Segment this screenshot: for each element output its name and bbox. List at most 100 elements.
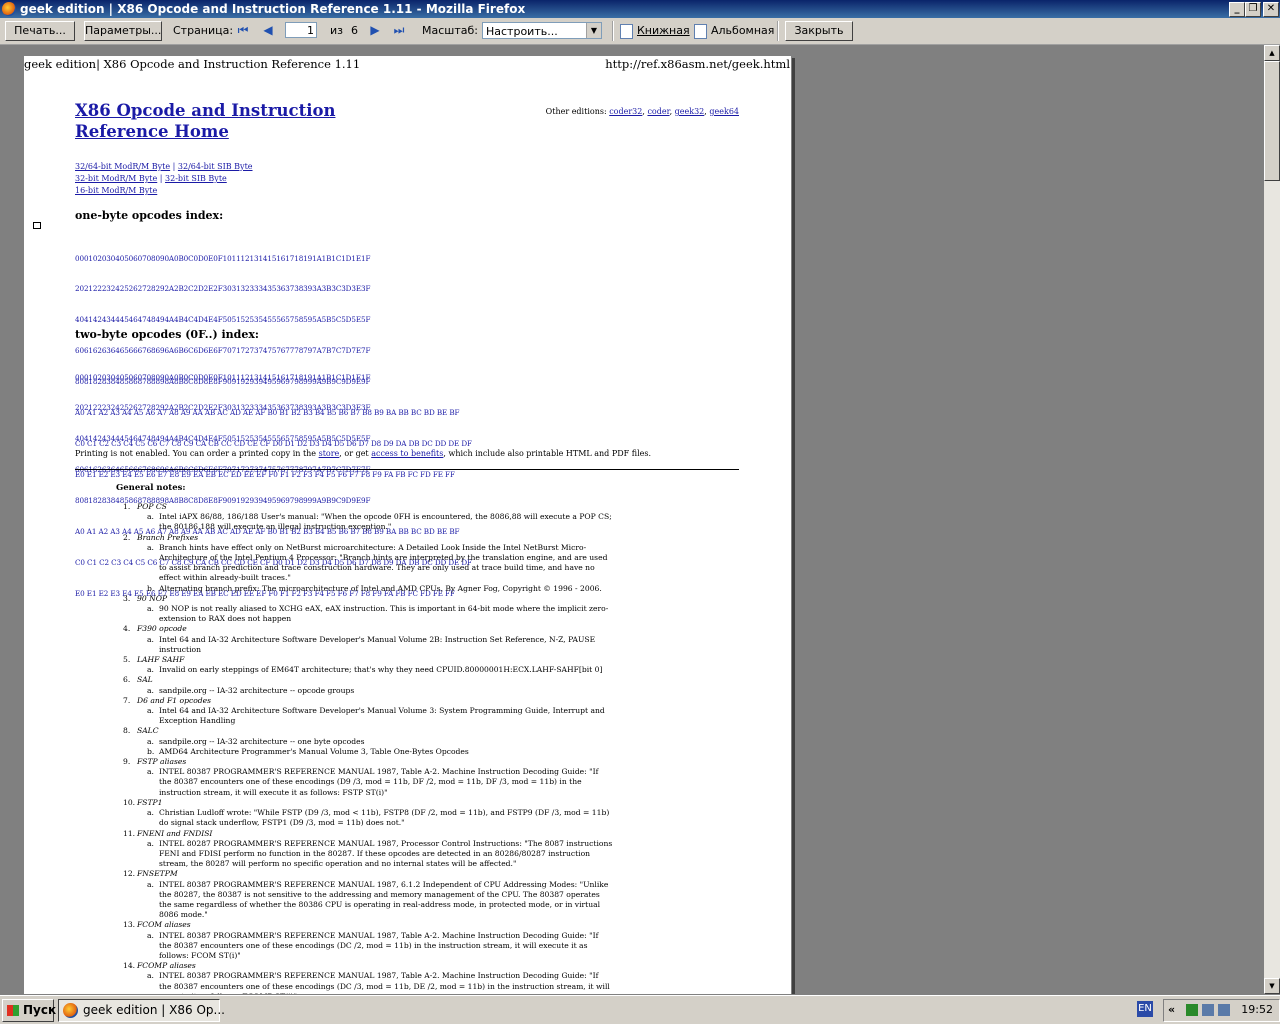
note-item: 3. 90 NOP a. 90 NOP is not really aliased t…	[123, 594, 613, 625]
access-benefits-link[interactable]: access to benefits	[371, 449, 443, 458]
note-reference: a. Invalid on early steppings of EM64T ar…	[137, 665, 613, 675]
opcode-row-link[interactable]: 404142434445464748494A4B4C4D4E4F50515253…	[75, 315, 472, 325]
language-indicator[interactable]: EN	[1137, 1001, 1153, 1017]
tray-app-icon[interactable]	[1186, 1004, 1198, 1016]
prev-page-icon[interactable]: ◀	[261, 23, 275, 37]
note-title: FSTP aliases	[137, 757, 187, 767]
note-item: 9. FSTP aliases a. INTEL 80387 PROGRAMMER'S…	[123, 757, 613, 798]
firefox-icon	[63, 1003, 78, 1018]
opcode-row-link[interactable]: 202122232425262728292A2B2C2D2E2F30313233…	[75, 403, 472, 413]
print-button[interactable]: Печать...	[5, 21, 75, 41]
start-button[interactable]: Пуск	[2, 999, 56, 1022]
page-title[interactable]: X86 Opcode and Instruction Reference Hom…	[75, 100, 335, 142]
note-reference-text: Intel 64 and IA-32 Architecture Software…	[159, 706, 605, 726]
modrm-link[interactable]: 32-bit ModR/M Byte	[75, 174, 157, 183]
modrm-links: 32/64-bit ModR/M Byte | 32/64-bit SIB By…	[75, 162, 253, 195]
note-title: FCOMP aliases	[137, 961, 196, 971]
note-reference: a. INTEL 80387 PROGRAMMER'S REFERENCE MAN…	[137, 971, 613, 994]
next-page-icon[interactable]: ▶	[368, 23, 382, 37]
tray-expand-icon[interactable]: «	[1168, 1003, 1175, 1016]
scale-select[interactable]: Настроить... ▼	[482, 22, 602, 39]
note-number: 4.	[123, 624, 131, 634]
modrm-link[interactable]: 16-bit ModR/M Byte	[75, 186, 157, 195]
toolbar-separator	[612, 21, 614, 41]
note-reference: a. INTEL 80287 PROGRAMMER'S REFERENCE MAN…	[137, 839, 613, 870]
clock: 19:52	[1241, 1003, 1273, 1016]
note-reference: a. Intel 64 and IA-32 Architecture Softwa…	[137, 706, 613, 726]
opcode-row-link[interactable]: 202122232425262728292A2B2C2D2E2F30313233…	[75, 284, 472, 294]
portrait-option[interactable]: Книжная	[620, 21, 690, 41]
landscape-option[interactable]: Альбомная	[694, 21, 774, 41]
note-title: FNSETPM	[137, 869, 178, 879]
edition-link-coder32[interactable]: coder32	[609, 107, 642, 116]
close-window-button[interactable]: ✕	[1263, 2, 1279, 17]
system-tray: « 19:52	[1163, 999, 1280, 1022]
window-titlebar[interactable]: geek edition | X86 Opcode and Instructio…	[0, 0, 1280, 18]
note-reference-letter: a.	[147, 706, 154, 716]
note-reference-letter: a.	[147, 930, 154, 940]
note-reference-text: sandpile.org -- IA-32 architecture -- op…	[159, 685, 355, 695]
print-preview-area[interactable]: geek edition| X86 Opcode and Instruction…	[0, 45, 1264, 994]
note-reference-letter: a.	[147, 838, 154, 848]
note-item: 14. FCOMP aliases a. INTEL 80387 PROGRAMMER…	[123, 961, 613, 994]
note-reference-text: Christian Ludloff wrote: "While FSTP (D9…	[159, 808, 610, 828]
note-item: 1. POP CS a. Intel iAPX 86/88, 186/188 User…	[123, 502, 613, 533]
edition-link-geek32[interactable]: geek32	[675, 107, 705, 116]
note-item: 5. LAHF SAHF a. Invalid on early steppings …	[123, 655, 613, 675]
close-preview-button[interactable]: Закрыть	[785, 21, 853, 41]
opcode-row-link[interactable]: 404142434445464748494A4B4C4D4E4F50515253…	[75, 434, 472, 444]
vertical-scrollbar[interactable]: ▲ ▼	[1264, 45, 1280, 994]
note-reference: a. INTEL 80387 PROGRAMMER'S REFERENCE MAN…	[137, 880, 613, 921]
note-title: FSTP1	[137, 797, 163, 807]
note-reference-letter: a.	[147, 971, 154, 981]
maximize-button[interactable]: ❐	[1245, 2, 1261, 17]
note-reference-text: INTEL 80387 PROGRAMMER'S REFERENCE MANUA…	[159, 971, 610, 994]
total-pages: 6	[351, 24, 358, 37]
minimize-button[interactable]: _	[1229, 2, 1245, 17]
page-number-input[interactable]: 1	[285, 22, 317, 38]
store-link[interactable]: store	[319, 449, 340, 458]
opcode-row-link[interactable]: 000102030405060708090A0B0C0D0E0F10111213…	[75, 254, 472, 264]
sib-link[interactable]: 32-bit SIB Byte	[165, 174, 227, 183]
note-reference-text: INTEL 80287 PROGRAMMER'S REFERENCE MANUA…	[159, 838, 613, 869]
network-icon[interactable]	[1202, 1004, 1214, 1016]
note-item: 4. F390 opcode a. Intel 64 and IA-32 Archit…	[123, 624, 613, 655]
chevron-down-icon[interactable]: ▼	[586, 23, 601, 38]
note-reference-letter: a.	[147, 685, 154, 695]
opcode-row-link[interactable]: 606162636465666768696A6B6C6D6E6F70717273…	[75, 465, 472, 475]
note-number: 6.	[123, 675, 131, 685]
note-reference-letter: a.	[147, 879, 154, 889]
note-title: SAL	[137, 675, 153, 685]
note-title: 90 NOP	[137, 593, 168, 603]
print-note: Printing is not enabled. You can order a…	[75, 449, 651, 458]
note-reference-text: Invalid on early steppings of EM64T arch…	[159, 665, 603, 675]
note-item: 8. SALC a. sandpile.org -- IA-32 architectu…	[123, 726, 613, 757]
network-icon[interactable]	[1218, 1004, 1230, 1016]
print-note-text: , or get	[339, 449, 372, 458]
note-reference-letter: a.	[147, 604, 154, 614]
last-page-icon[interactable]: ⏭	[392, 23, 406, 37]
preview-page: geek edition| X86 Opcode and Instruction…	[24, 56, 791, 994]
note-title: LAHF SAHF	[137, 655, 185, 665]
opcode-row-link[interactable]: 000102030405060708090A0B0C0D0E0F10111213…	[75, 373, 472, 383]
note-title: FNENI and FNDISI	[137, 828, 213, 838]
note-reference: a. sandpile.org -- IA-32 architecture -- …	[137, 686, 613, 696]
page-setup-button[interactable]: Параметры...	[84, 21, 162, 41]
of-label: из	[330, 24, 343, 37]
taskbar-item-firefox[interactable]: geek edition | X86 Op...	[58, 999, 225, 1022]
scroll-up-icon[interactable]: ▲	[1264, 45, 1280, 61]
note-item: 7. D6 and F1 opcodes a. Intel 64 and IA-32 …	[123, 696, 613, 727]
page-header-right: http://ref.x86asm.net/geek.html	[605, 57, 790, 71]
edition-link-geek64[interactable]: geek64	[709, 107, 739, 116]
print-note-text: Printing is not enabled. You can order a…	[75, 449, 319, 458]
note-title: D6 and F1 opcodes	[137, 695, 212, 705]
sib-link[interactable]: 32/64-bit SIB Byte	[178, 162, 253, 171]
note-reference-text: 90 NOP is not really aliased to XCHG eAX…	[159, 604, 609, 624]
scrollbar-thumb[interactable]	[1264, 61, 1280, 181]
note-item: 2. Branch Prefixes a. Branch hints have eff…	[123, 533, 613, 594]
edition-link-coder[interactable]: coder	[647, 107, 669, 116]
scroll-down-icon[interactable]: ▼	[1264, 978, 1280, 994]
first-page-icon[interactable]: ⏮	[236, 23, 250, 37]
modrm-link[interactable]: 32/64-bit ModR/M Byte	[75, 162, 170, 171]
general-notes-list: 1. POP CS a. Intel iAPX 86/88, 186/188 User…	[123, 502, 613, 994]
